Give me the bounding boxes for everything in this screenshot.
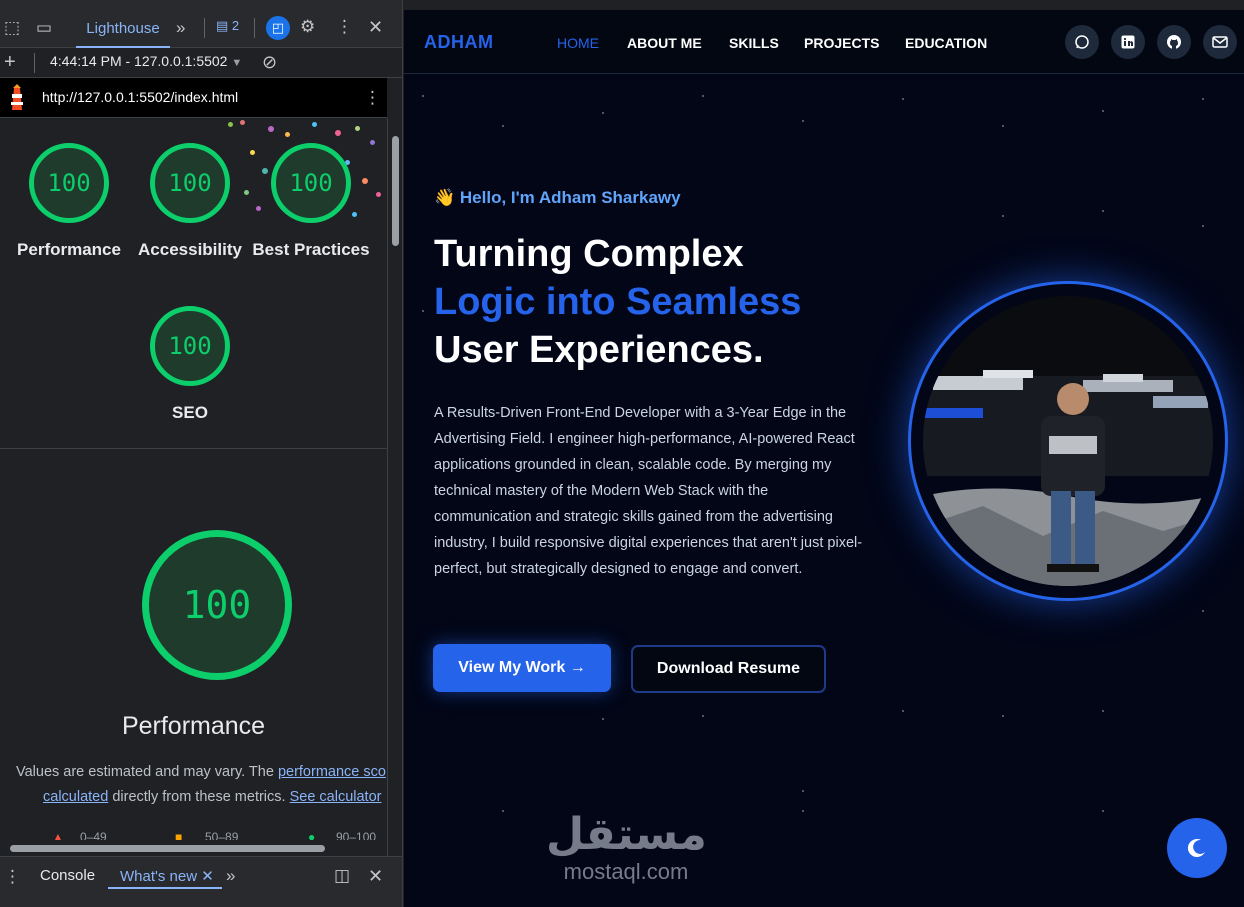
devtools-drawer: ⋮ Console What's new ✕ » ◫ ✕ (0, 856, 402, 907)
drawer-tab-whats-new[interactable]: What's new ✕ (120, 867, 214, 885)
device-toolbar-icon[interactable]: ▭ (36, 18, 52, 38)
report-toolbar: + 4:44:14 PM - 127.0.0.1:5502 ▼ ⊘ (0, 48, 402, 78)
tab-lighthouse[interactable]: Lighthouse (76, 12, 170, 48)
issues-count: 2 (231, 18, 240, 33)
drawer-tab-console[interactable]: Console (40, 867, 95, 884)
toolbar-divider (204, 18, 205, 38)
hero-description: A Results-Driven Front-End Developer wit… (434, 405, 863, 577)
headline-line-3: User Experiences. (434, 329, 764, 371)
devtools-tabbar: ⬚ ▭ Lighthouse » ▤ 2 ◰ ⚙ ⋮ ✕ (0, 0, 402, 48)
vertical-scrollbar[interactable] (387, 118, 402, 856)
headline-line-1: Turning Complex (434, 233, 744, 275)
moon-icon (1187, 839, 1205, 858)
toolbar-divider (254, 18, 255, 38)
score-gauge-best-practices[interactable]: 100 (271, 143, 351, 223)
watermark-domain: mostaql.com (563, 859, 689, 884)
view-my-work-button[interactable]: View My Work → (433, 644, 611, 692)
clear-reports-icon[interactable]: ⊘ (262, 52, 277, 72)
score-gauge-accessibility[interactable]: 100 (150, 143, 230, 223)
devtools-panel: ⬚ ▭ Lighthouse » ▤ 2 ◰ ⚙ ⋮ ✕ + 4:44:14 P… (0, 0, 403, 907)
main-score-value: 100 (182, 583, 252, 627)
new-report-icon[interactable]: + (4, 52, 16, 72)
score-gauge-seo[interactable]: 100 (150, 306, 230, 386)
chevron-down-icon: ▼ (231, 57, 243, 69)
close-drawer-icon[interactable]: ✕ (368, 866, 383, 886)
watermark-arabic: مستقل (546, 809, 707, 860)
score-label-accessibility: Accessibility (138, 240, 242, 259)
more-tabs-icon[interactable]: » (176, 18, 185, 38)
report-selector[interactable]: 4:44:14 PM - 127.0.0.1:5502 ▼ (50, 53, 242, 69)
close-tab-icon[interactable]: ✕ (201, 868, 214, 885)
hero-headline: Turning Complex Logic into Seamless User… (434, 230, 801, 374)
linkedin-icon (1121, 35, 1135, 49)
scrollbar-thumb[interactable] (392, 136, 399, 246)
inspect-element-icon[interactable]: ⬚ (4, 18, 20, 38)
report-url: http://127.0.0.1:5502/index.html (42, 89, 239, 105)
score-label-best-practices: Best Practices (252, 240, 370, 259)
toolbar-divider (34, 53, 35, 73)
whatsapp-icon (1075, 35, 1089, 49)
hero-greeting: 👋 Hello, I'm Adham Sharkawy (434, 188, 681, 207)
issues-badge[interactable]: ▤ 2 (216, 18, 239, 34)
score-value: 100 (289, 169, 333, 197)
score-gauge-performance[interactable]: 100 (29, 143, 109, 223)
score-value: 100 (168, 169, 212, 197)
see-calculator-link[interactable]: See calculator (290, 789, 382, 805)
report-time: 4:44:14 PM - 127.0.0.1:5502 (50, 53, 228, 69)
browser-top-strip (404, 0, 1244, 10)
horizontal-scrollbar[interactable] (0, 840, 387, 856)
download-resume-button[interactable]: Download Resume (631, 645, 826, 693)
dock-side-icon[interactable]: ◫ (334, 866, 350, 886)
mostaql-watermark: مستقل mostaql.com (546, 809, 707, 884)
section-divider (0, 448, 387, 449)
nav-skills[interactable]: SKILLS (729, 35, 779, 51)
drawer-tab-label: What's new (120, 868, 198, 885)
headline-line-2: Logic into Seamless (434, 281, 802, 323)
desc-text: directly from these metrics. (108, 789, 290, 805)
nav-about-me[interactable]: ABOUT ME (627, 35, 702, 51)
site-logo[interactable]: ADHAM (424, 32, 494, 53)
navbar: ADHAM HOME ABOUT ME SKILLS PROJECTS EDUC… (404, 10, 1244, 74)
more-drawer-tabs-icon[interactable]: » (226, 866, 235, 886)
close-icon[interactable]: ✕ (368, 17, 383, 37)
mail-icon (1212, 36, 1228, 48)
portfolio-page: ADHAM HOME ABOUT ME SKILLS PROJECTS EDUC… (404, 10, 1244, 907)
profile-photo-image (923, 296, 1213, 586)
github-icon (1167, 35, 1181, 49)
profile-photo (923, 296, 1213, 586)
score-label-performance: Performance (17, 240, 121, 259)
score-value: 100 (47, 169, 91, 197)
ai-assistant-icon[interactable]: ◰ (266, 16, 290, 40)
main-score-gauge: 100 (142, 530, 292, 680)
scrollbar-thumb[interactable] (10, 845, 325, 852)
nav-home[interactable]: HOME (557, 35, 599, 51)
mail-button[interactable] (1203, 25, 1237, 59)
score-value: 100 (168, 332, 212, 360)
active-tab-indicator (108, 887, 222, 889)
theme-toggle-button[interactable] (1167, 818, 1227, 878)
gear-icon[interactable]: ⚙ (300, 17, 315, 37)
nav-projects[interactable]: PROJECTS (804, 35, 879, 51)
profile-photo-frame (908, 281, 1228, 601)
calculated-link[interactable]: calculated (43, 789, 108, 805)
kebab-menu-icon[interactable]: ⋮ (336, 17, 353, 37)
drawer-menu-icon[interactable]: ⋮ (4, 867, 21, 887)
desc-text: Values are estimated and may vary. The (16, 764, 278, 780)
lighthouse-logo-icon (11, 84, 23, 110)
report-url-bar: http://127.0.0.1:5502/index.html ⋮ (0, 78, 387, 118)
category-title: Performance (121, 712, 266, 740)
nav-education[interactable]: EDUCATION (905, 35, 987, 51)
linkedin-button[interactable] (1111, 25, 1145, 59)
issues-icon: ▤ (216, 18, 229, 33)
performance-score-link[interactable]: performance sco (278, 764, 386, 780)
github-button[interactable] (1157, 25, 1191, 59)
whatsapp-button[interactable] (1065, 25, 1099, 59)
score-label-seo: SEO (172, 403, 208, 422)
report-menu-icon[interactable]: ⋮ (364, 88, 381, 108)
